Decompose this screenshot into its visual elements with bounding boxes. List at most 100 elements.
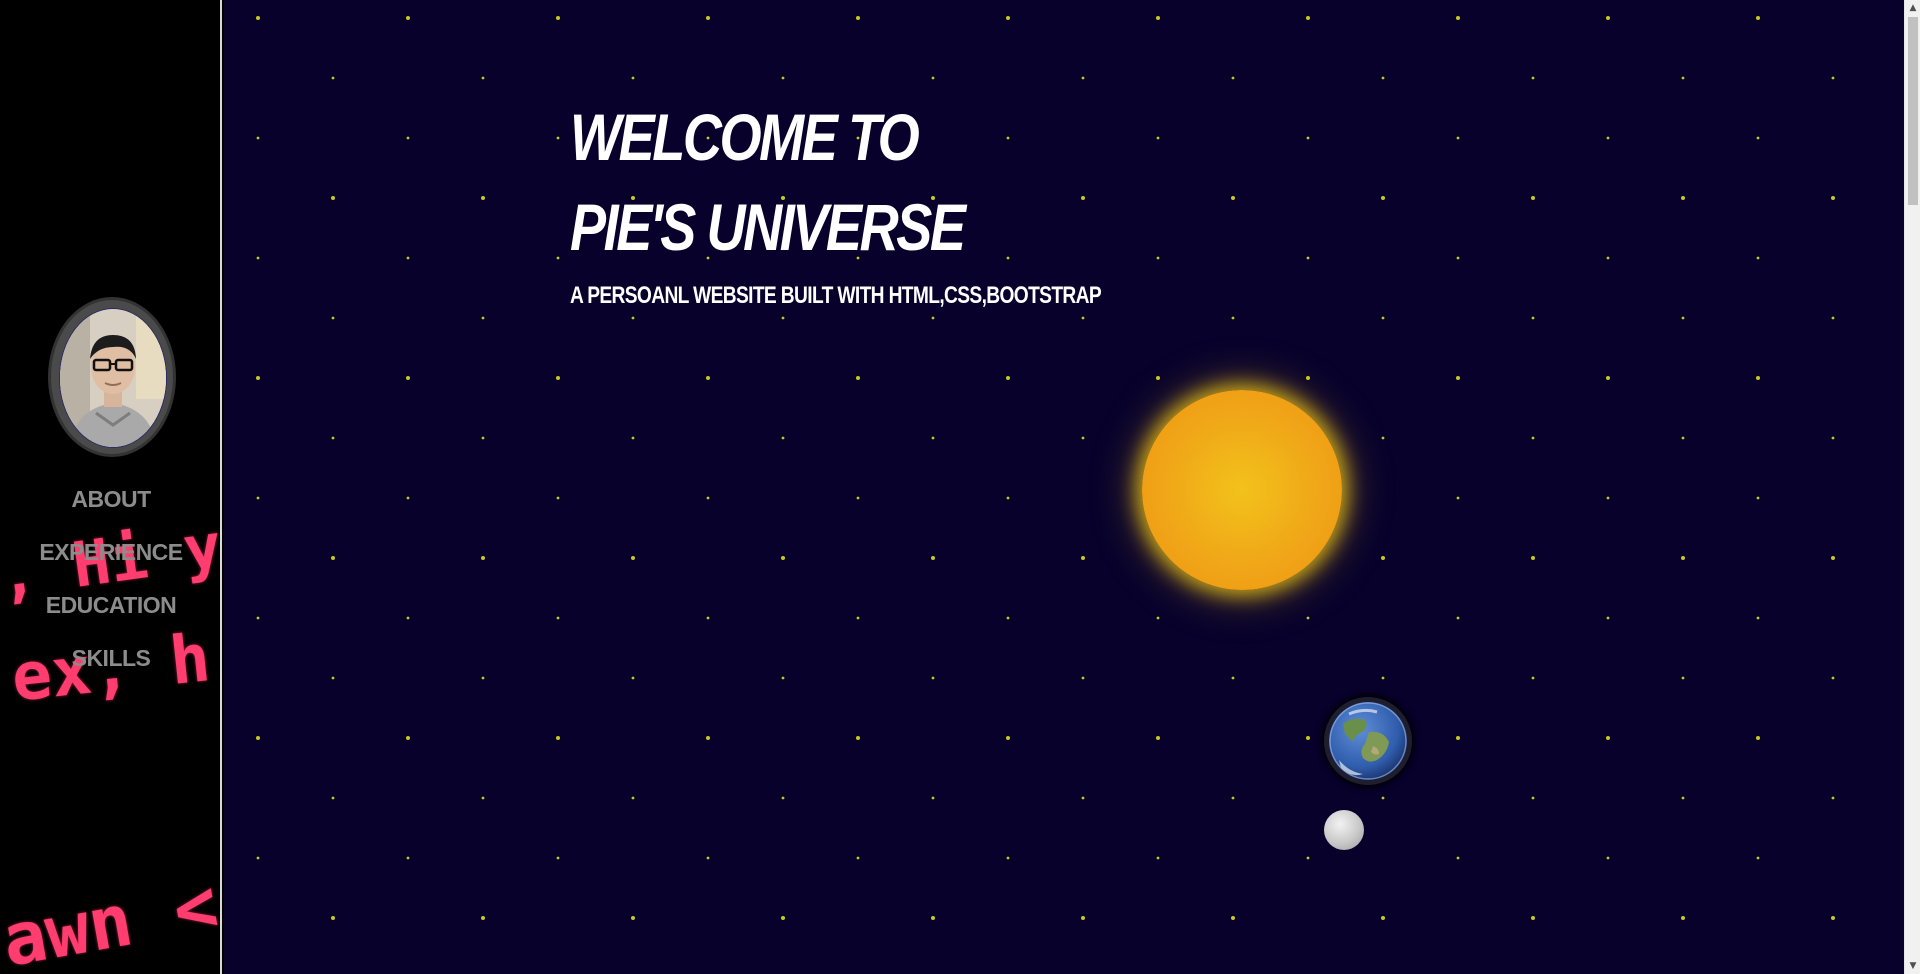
star bbox=[1381, 796, 1385, 800]
star bbox=[781, 556, 785, 560]
star bbox=[1531, 196, 1535, 200]
star bbox=[331, 676, 335, 680]
star bbox=[1456, 856, 1460, 860]
star bbox=[1381, 916, 1385, 920]
star bbox=[1831, 196, 1835, 200]
star bbox=[1381, 196, 1385, 200]
star bbox=[1681, 556, 1685, 560]
star bbox=[931, 556, 935, 560]
hero-section: WELCOME TO PIE'S UNIVERSE A PERSOANL WEB… bbox=[224, 0, 1904, 974]
page-subtitle: A PERSOANL WEBSITE BUILT WITH HTML,CSS,B… bbox=[570, 282, 1102, 309]
moon-icon bbox=[1324, 810, 1364, 850]
sidebar: , Hi y ex, h awn < ABOUT EXPERIENCE EDUC… bbox=[0, 0, 222, 974]
star bbox=[706, 856, 710, 860]
star bbox=[706, 736, 710, 740]
star bbox=[1756, 616, 1760, 620]
star bbox=[331, 436, 335, 440]
star bbox=[256, 496, 260, 500]
star bbox=[1756, 856, 1760, 860]
star bbox=[1606, 736, 1610, 740]
star bbox=[931, 676, 935, 680]
star bbox=[406, 616, 410, 620]
star bbox=[1006, 616, 1010, 620]
star bbox=[556, 496, 560, 500]
star bbox=[1831, 676, 1835, 680]
star bbox=[1081, 916, 1085, 920]
star bbox=[631, 796, 635, 800]
star bbox=[256, 16, 260, 20]
star bbox=[556, 376, 560, 380]
scroll-up-icon[interactable]: ▲ bbox=[1905, 0, 1920, 16]
star bbox=[1606, 376, 1610, 380]
star bbox=[1456, 496, 1460, 500]
star bbox=[1156, 736, 1160, 740]
star bbox=[631, 556, 635, 560]
avatar-portrait bbox=[60, 309, 166, 447]
star bbox=[1831, 796, 1835, 800]
star bbox=[931, 316, 935, 320]
star bbox=[1006, 856, 1010, 860]
star bbox=[931, 436, 935, 440]
title-line-1: WELCOME TO bbox=[570, 100, 920, 174]
page-scrollbar[interactable]: ▲ ▼ bbox=[1904, 0, 1920, 974]
star bbox=[1231, 676, 1235, 680]
star bbox=[256, 256, 260, 260]
star bbox=[1756, 736, 1760, 740]
star bbox=[1456, 16, 1460, 20]
star bbox=[1231, 316, 1235, 320]
nav-item-experience[interactable]: EXPERIENCE bbox=[0, 533, 220, 586]
star bbox=[1156, 16, 1160, 20]
star bbox=[406, 16, 410, 20]
star bbox=[856, 16, 860, 20]
star bbox=[1756, 256, 1760, 260]
scrollbar-thumb[interactable] bbox=[1908, 17, 1918, 205]
star bbox=[1756, 136, 1760, 140]
star bbox=[1306, 736, 1310, 740]
star bbox=[631, 316, 635, 320]
star bbox=[631, 436, 635, 440]
star bbox=[1306, 616, 1310, 620]
star bbox=[1381, 76, 1385, 80]
star bbox=[1681, 76, 1685, 80]
star bbox=[631, 916, 635, 920]
starfield bbox=[256, 16, 1835, 920]
page-title: WELCOME TO PIE'S UNIVERSE bbox=[570, 92, 966, 272]
star bbox=[481, 916, 485, 920]
star bbox=[1231, 196, 1235, 200]
star bbox=[556, 136, 560, 140]
star bbox=[481, 316, 485, 320]
star bbox=[406, 496, 410, 500]
scroll-down-icon[interactable]: ▼ bbox=[1905, 958, 1920, 974]
nav-item-education[interactable]: EDUCATION bbox=[0, 586, 220, 639]
star bbox=[556, 616, 560, 620]
star bbox=[1231, 76, 1235, 80]
star bbox=[706, 376, 710, 380]
nav-item-about[interactable]: ABOUT bbox=[0, 480, 220, 533]
star bbox=[856, 736, 860, 740]
star bbox=[1756, 376, 1760, 380]
sidebar-nav: ABOUT EXPERIENCE EDUCATION SKILLS bbox=[0, 480, 220, 692]
nav-item-skills[interactable]: SKILLS bbox=[0, 639, 220, 692]
star bbox=[556, 856, 560, 860]
star bbox=[1081, 436, 1085, 440]
star bbox=[1456, 376, 1460, 380]
star bbox=[1156, 136, 1160, 140]
star bbox=[706, 16, 710, 20]
star bbox=[1681, 916, 1685, 920]
star bbox=[481, 76, 485, 80]
star bbox=[406, 736, 410, 740]
star bbox=[406, 136, 410, 140]
star bbox=[1006, 496, 1010, 500]
star bbox=[781, 316, 785, 320]
star bbox=[331, 196, 335, 200]
star bbox=[1306, 856, 1310, 860]
star bbox=[1381, 556, 1385, 560]
star bbox=[1156, 616, 1160, 620]
star bbox=[331, 316, 335, 320]
star bbox=[256, 376, 260, 380]
star bbox=[556, 736, 560, 740]
star bbox=[256, 736, 260, 740]
star bbox=[706, 496, 710, 500]
star bbox=[1081, 556, 1085, 560]
star bbox=[781, 436, 785, 440]
